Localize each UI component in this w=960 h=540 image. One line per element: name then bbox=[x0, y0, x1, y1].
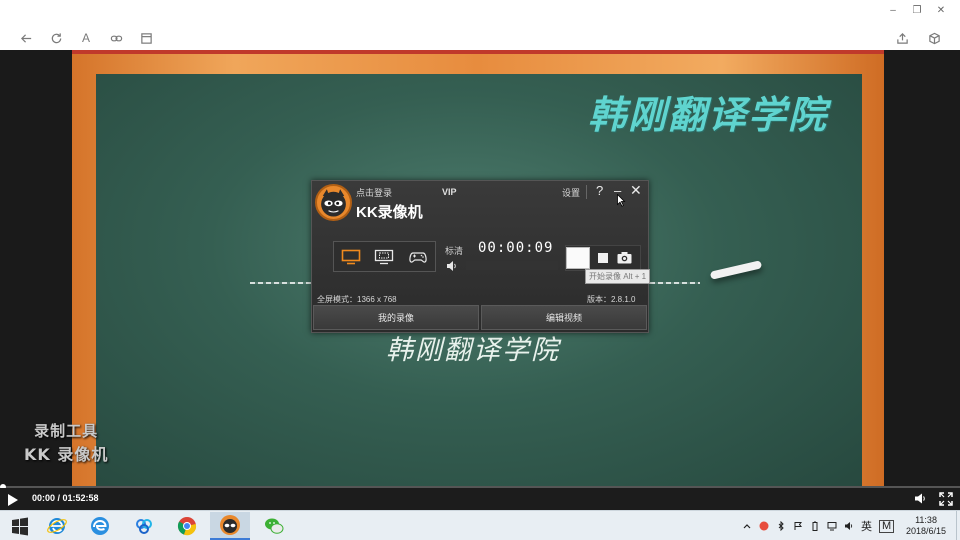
battery-icon[interactable] bbox=[810, 521, 820, 531]
ie-icon[interactable] bbox=[37, 512, 77, 540]
board-subtitle: 韩刚翻译学院 bbox=[386, 335, 560, 366]
show-desktop-button[interactable] bbox=[956, 511, 960, 540]
quality-selector[interactable]: 标清 bbox=[445, 244, 463, 257]
board-title: 韩刚翻译学院 bbox=[588, 93, 829, 137]
region-mode-icon[interactable] bbox=[373, 248, 395, 266]
screen: – ❐ ✕ A 韩刚翻译学院 韩刚翻译学院 录制工具 KK 录像机 点击登录 V… bbox=[0, 0, 960, 540]
tray-expand-icon[interactable] bbox=[742, 521, 752, 531]
chrome-icon[interactable] bbox=[167, 512, 207, 540]
system-tray: 英 M bbox=[742, 511, 895, 540]
stop-record-button[interactable] bbox=[598, 253, 608, 263]
window-close-button[interactable]: ✕ bbox=[934, 5, 948, 16]
viewer-toolbar: A bbox=[0, 26, 960, 50]
recorder-watermark: 录制工具 KK 录像机 bbox=[24, 420, 108, 465]
start-record-button[interactable] bbox=[566, 247, 590, 269]
player-controls: 00:00 / 01:52:58 bbox=[0, 488, 960, 510]
recording-timer: 00:00:09 bbox=[478, 240, 554, 256]
network-icon[interactable] bbox=[827, 521, 837, 531]
speaker-icon[interactable] bbox=[844, 521, 854, 531]
edit-video-button[interactable]: 编辑视频 bbox=[481, 305, 647, 330]
fullscreen-mode-info: 全屏模式：1366 x 768 bbox=[317, 295, 397, 304]
login-link[interactable]: 点击登录 bbox=[356, 186, 392, 199]
title-divider bbox=[586, 185, 587, 199]
windows-start-icon[interactable] bbox=[0, 512, 40, 540]
watermark-line2: KK 录像机 bbox=[24, 445, 109, 464]
settings-button[interactable]: 设置 bbox=[562, 186, 580, 199]
vip-badge[interactable]: VIP bbox=[442, 187, 457, 197]
my-recordings-button[interactable]: 我的录像 bbox=[313, 305, 479, 330]
share-icon[interactable] bbox=[894, 30, 910, 46]
frame-top-edge bbox=[72, 50, 884, 54]
version-label: 版本：2.8.1.0 bbox=[587, 295, 636, 304]
flag-icon[interactable] bbox=[793, 521, 803, 531]
link-icon[interactable] bbox=[108, 30, 124, 46]
volume-bar[interactable] bbox=[466, 261, 558, 270]
screen-mode-icon[interactable] bbox=[340, 248, 362, 266]
fullscreen-icon[interactable] bbox=[939, 492, 953, 506]
ime-indicator[interactable]: M bbox=[879, 519, 895, 533]
volume-icon[interactable] bbox=[446, 259, 458, 271]
window-controls: – ❐ ✕ bbox=[886, 0, 960, 20]
bluetooth-icon[interactable] bbox=[776, 521, 786, 531]
clock-time: 11:38 bbox=[915, 515, 937, 525]
play-icon[interactable] bbox=[8, 493, 18, 506]
kk-recorder-icon[interactable] bbox=[210, 512, 250, 540]
kk-recorder-window: 点击登录 VIP KK录像机 设置 ? – ✕ 标清 00:00:09 开始录像… bbox=[311, 180, 651, 333]
window-restore-button[interactable]: ❐ bbox=[910, 5, 924, 16]
window-minimize-button[interactable]: – bbox=[886, 5, 900, 16]
baidu-netdisk-icon[interactable] bbox=[124, 512, 164, 540]
playback-time: 00:00 / 01:52:58 bbox=[32, 493, 99, 503]
tray-app-icon[interactable] bbox=[759, 521, 769, 531]
refresh-icon[interactable] bbox=[48, 30, 64, 46]
record-tooltip: 开始录像 Alt + 1 bbox=[585, 269, 651, 284]
wechat-icon[interactable] bbox=[254, 512, 294, 540]
mouse-cursor-icon bbox=[617, 193, 626, 207]
layout-icon[interactable] bbox=[138, 30, 154, 46]
player-volume-icon[interactable] bbox=[914, 492, 927, 505]
game-mode-icon[interactable] bbox=[407, 248, 429, 266]
help-button[interactable]: ? bbox=[596, 183, 603, 198]
back-arrow-icon[interactable] bbox=[18, 30, 34, 46]
clock-date: 2018/6/15 bbox=[906, 526, 947, 536]
kk-logo-icon bbox=[315, 184, 352, 221]
capture-mode-group bbox=[333, 241, 436, 272]
input-language[interactable]: 英 bbox=[861, 518, 872, 534]
watermark-line1: 录制工具 bbox=[34, 422, 99, 440]
app-name: KK录像机 bbox=[356, 204, 423, 221]
camera-icon[interactable] bbox=[617, 251, 632, 264]
close-button[interactable]: ✕ bbox=[630, 182, 642, 199]
edge-icon[interactable] bbox=[80, 512, 120, 540]
taskbar-clock[interactable]: 11:38 2018/6/15 bbox=[906, 515, 946, 537]
font-icon[interactable]: A bbox=[78, 30, 94, 46]
windows-taskbar: 英 M 11:38 2018/6/15 bbox=[0, 510, 960, 540]
box-icon[interactable] bbox=[926, 30, 942, 46]
